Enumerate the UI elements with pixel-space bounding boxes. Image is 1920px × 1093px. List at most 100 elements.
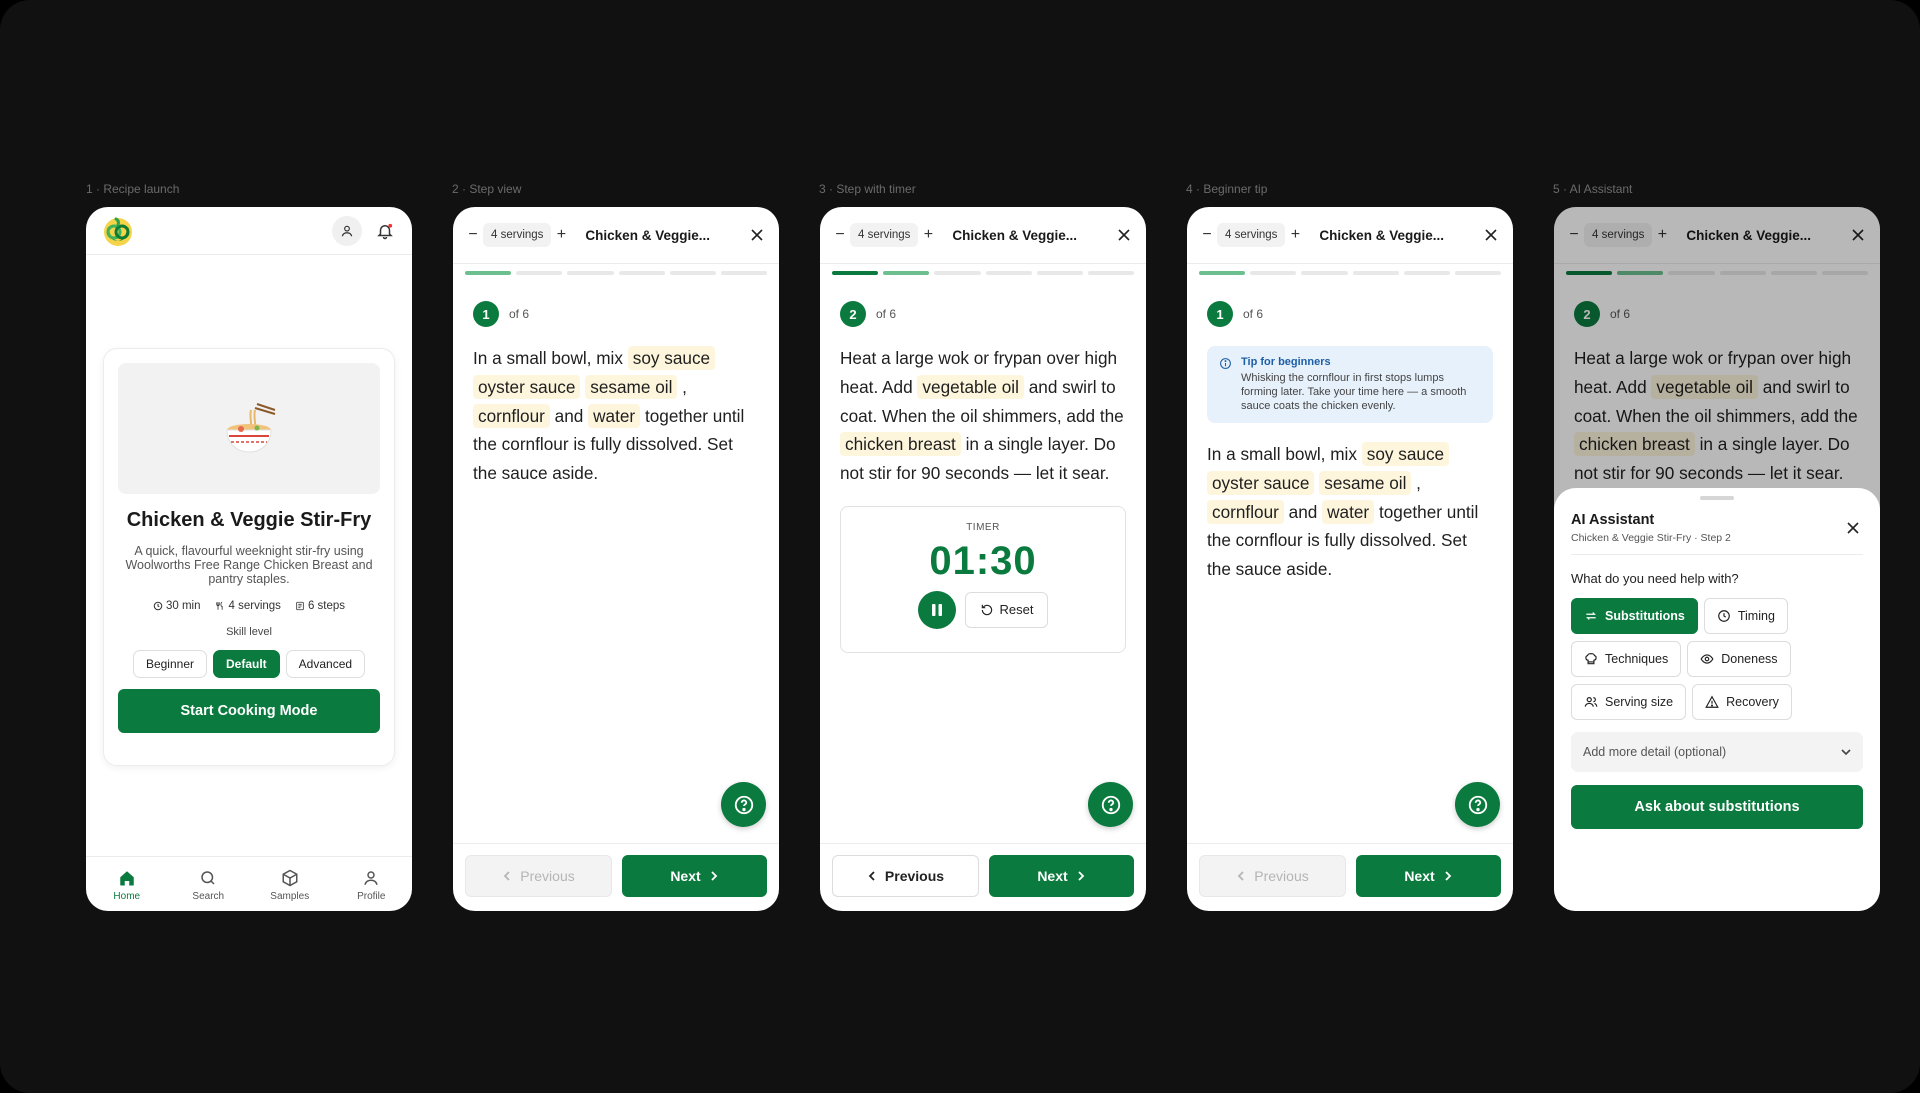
step-header: − 4 servings + Chicken & Veggie... (453, 207, 779, 264)
step-progress (820, 271, 1146, 275)
sheet-grabber[interactable] (1700, 496, 1734, 500)
progress-segment (832, 271, 879, 275)
assistant-subtitle: Chicken & Veggie Stir-Fry · Step 2 (1571, 532, 1731, 544)
next-button[interactable]: Next (622, 855, 767, 897)
step-indicator: 1 of 6 (1207, 301, 1513, 327)
close-button[interactable] (747, 225, 767, 245)
ingredient-chip[interactable]: water (1322, 499, 1375, 524)
swap-icon (1586, 612, 1596, 620)
ingredient-chip[interactable]: sesame oil (585, 374, 678, 399)
close-button[interactable] (1481, 225, 1501, 245)
progress-segment (720, 271, 768, 275)
nav-search[interactable]: Search (178, 869, 238, 902)
ingredient-chip[interactable]: chicken breast (840, 432, 961, 457)
recipe-card: Chicken & Veggie Stir-Fry A quick, flavo… (103, 348, 395, 766)
ingredient-chip[interactable]: water (588, 403, 641, 428)
frame-label-1: 1 · Recipe launch (86, 182, 180, 196)
reset-button[interactable]: Reset (964, 591, 1049, 628)
close-icon (1118, 229, 1130, 241)
recipe-short-title: Chicken & Veggie... (952, 227, 1077, 243)
progress-segment (883, 271, 930, 275)
box-icon (282, 869, 298, 886)
chip-doneness[interactable]: Doneness (1687, 641, 1791, 677)
help-icon (1101, 795, 1120, 814)
servings-decrease-button[interactable]: − (830, 222, 850, 248)
screen-step-view: − 4 servings + Chicken & Veggie... 1 of … (453, 207, 779, 911)
skill-default-button[interactable]: Default (213, 650, 280, 678)
progress-segment (1199, 271, 1246, 275)
next-button[interactable]: Next (989, 855, 1134, 897)
ingredient-chip[interactable]: sesame oil (1319, 470, 1412, 495)
beginner-tip: Tip for beginners Whisking the cornflour… (1207, 346, 1493, 423)
step-number-badge: 1 (1207, 301, 1233, 327)
step-progress (453, 271, 779, 275)
nav-home[interactable]: Home (97, 869, 157, 902)
next-button[interactable]: Next (1356, 855, 1501, 897)
tip-title: Tip for beginners (1241, 356, 1331, 368)
servings-stepper: − 4 servings + (830, 222, 938, 248)
ingredient-chip[interactable]: oyster sauce (1207, 470, 1315, 495)
chip-timing[interactable]: Timing (1703, 598, 1788, 634)
timer-label: TIMER (966, 521, 1000, 533)
help-topic-chips: Substitutions Timing Techniques Doneness… (1571, 598, 1863, 720)
ingredient-chip[interactable]: cornflour (473, 403, 550, 428)
search-icon (201, 870, 215, 885)
chip-recovery[interactable]: Recovery (1692, 684, 1792, 720)
recipe-image (118, 363, 380, 494)
step-footer: Previous Next (820, 843, 1146, 911)
start-cooking-mode-button[interactable]: Start Cooking Mode (118, 689, 380, 733)
step-progress (1187, 271, 1513, 275)
notifications-button[interactable] (370, 216, 400, 246)
eye-icon (1700, 654, 1714, 664)
previous-button[interactable]: Previous (832, 855, 979, 897)
chevron-right-icon (711, 871, 717, 881)
close-icon (1485, 229, 1497, 241)
progress-segment (1087, 271, 1135, 275)
progress-segment (985, 271, 1032, 275)
timer-card: TIMER 01:30 Reset (840, 505, 1126, 653)
chip-serving-size[interactable]: Serving size (1571, 684, 1687, 720)
ingredient-chip[interactable]: soy sauce (1361, 442, 1450, 466)
frame-label-5: 5 · AI Assistant (1553, 182, 1633, 196)
recipe-description: A quick, flavourful weeknight stir-fry u… (125, 544, 373, 586)
skill-advanced-button[interactable]: Advanced (285, 650, 366, 678)
ask-button[interactable]: Ask about substitutions (1571, 785, 1863, 829)
previous-button[interactable]: Previous (465, 855, 612, 897)
help-button[interactable] (1088, 782, 1133, 827)
progress-segment (1036, 271, 1083, 275)
frame-label-3: 3 · Step with timer (819, 182, 916, 196)
help-button[interactable] (721, 782, 766, 827)
woolworths-logo[interactable] (100, 213, 136, 249)
servings-stepper: − 4 servings + (463, 222, 571, 248)
chip-techniques[interactable]: Techniques (1571, 641, 1682, 677)
servings-decrease-button[interactable]: − (1197, 222, 1217, 248)
profile-icon-button[interactable] (332, 215, 362, 246)
progress-segment (669, 271, 716, 275)
nav-samples[interactable]: Samples (260, 869, 320, 902)
ingredient-chip[interactable]: soy sauce (627, 346, 716, 370)
nav-profile[interactable]: Profile (341, 869, 401, 902)
ingredient-chip[interactable]: oyster sauce (473, 374, 581, 399)
close-button[interactable] (1114, 225, 1134, 245)
ingredient-chip[interactable]: vegetable oil (917, 374, 1024, 399)
step-instruction: In a small bowl, mix soy sauce oyster sa… (473, 346, 745, 484)
help-button[interactable] (1455, 782, 1500, 827)
close-assistant-button[interactable] (1843, 518, 1863, 538)
servings-increase-button[interactable]: + (551, 222, 571, 248)
meta-time: 30 min (153, 600, 201, 612)
ingredient-chip[interactable]: cornflour (1207, 499, 1284, 524)
chevron-right-icon (1445, 871, 1451, 881)
user-icon (364, 870, 378, 885)
servings-increase-button[interactable]: + (918, 222, 938, 248)
skill-level-selector: Beginner Default Advanced (118, 650, 380, 678)
pause-button[interactable] (917, 590, 956, 629)
servings-value: 4 servings (483, 223, 552, 247)
servings-increase-button[interactable]: + (1285, 222, 1305, 248)
servings-decrease-button[interactable]: − (463, 222, 483, 248)
detail-dropdown[interactable]: Add more detail (optional) (1571, 732, 1863, 772)
previous-button[interactable]: Previous (1199, 855, 1346, 897)
skill-beginner-button[interactable]: Beginner (132, 650, 207, 678)
canvas: 1 · Recipe launch 2 · Step view 3 · Step… (0, 0, 1920, 1093)
chip-substitutions[interactable]: Substitutions (1571, 598, 1698, 634)
close-icon (751, 229, 763, 241)
